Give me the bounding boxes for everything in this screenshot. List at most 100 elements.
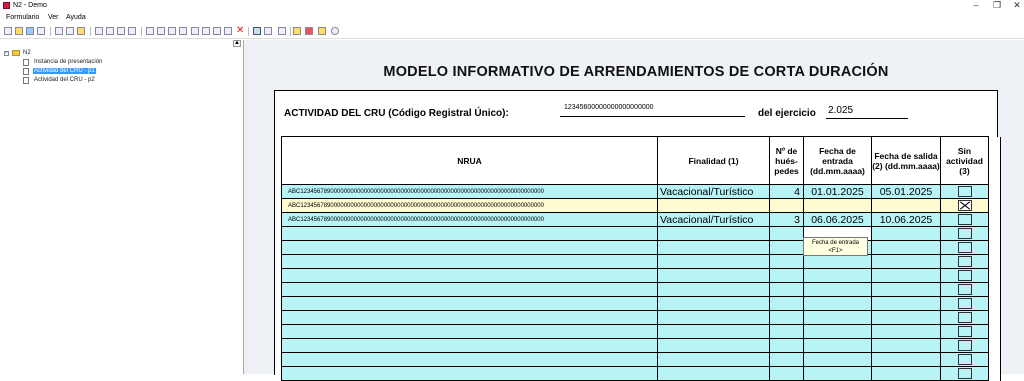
sin-actividad-cell[interactable] — [940, 338, 989, 353]
fecha-entrada-cell[interactable] — [803, 352, 872, 367]
fecha-entrada-cell[interactable] — [803, 338, 872, 353]
fecha-salida-cell[interactable]: 10.06.2025 — [871, 212, 941, 227]
sin-actividad-checkbox[interactable] — [957, 200, 972, 211]
nrua-cell[interactable] — [281, 324, 658, 339]
finalidad-cell[interactable] — [657, 310, 770, 325]
fecha-salida-cell[interactable] — [871, 352, 941, 367]
huespedes-cell[interactable] — [769, 324, 804, 339]
fecha-salida-cell[interactable] — [871, 240, 941, 255]
finalidad-cell[interactable] — [657, 352, 770, 367]
print-icon[interactable] — [37, 27, 45, 35]
sin-actividad-checkbox[interactable] — [957, 298, 972, 309]
open-icon[interactable] — [15, 27, 23, 35]
help-icon[interactable] — [224, 27, 232, 35]
print-preview-icon[interactable] — [95, 27, 103, 35]
nrua-cell[interactable] — [281, 352, 658, 367]
sin-actividad-cell[interactable] — [940, 212, 989, 227]
fecha-salida-cell[interactable] — [871, 198, 941, 213]
nrua-cell[interactable] — [281, 282, 658, 297]
sin-actividad-cell[interactable] — [940, 254, 989, 269]
sin-actividad-cell[interactable] — [940, 240, 989, 255]
fecha-salida-cell[interactable] — [871, 254, 941, 269]
fecha-entrada-cell[interactable] — [803, 282, 872, 297]
sin-actividad-checkbox[interactable] — [957, 312, 972, 323]
save-icon[interactable] — [26, 27, 34, 35]
finalidad-cell[interactable] — [657, 254, 770, 269]
validate-icon[interactable] — [202, 27, 210, 35]
prev-icon[interactable] — [157, 27, 165, 35]
nrua-cell[interactable] — [281, 240, 658, 255]
nrua-cell[interactable] — [281, 296, 658, 311]
fecha-salida-cell[interactable] — [871, 296, 941, 311]
finalidad-cell[interactable] — [657, 338, 770, 353]
fecha-salida-cell[interactable] — [871, 324, 941, 339]
fecha-salida-cell[interactable] — [871, 268, 941, 283]
nrua-cell[interactable]: ABC1234567890000000000000000000000000000… — [281, 212, 658, 227]
sin-actividad-cell[interactable] — [940, 296, 989, 311]
nrua-cell[interactable] — [281, 226, 658, 241]
fecha-salida-cell[interactable] — [871, 226, 941, 241]
tree-item-instancia[interactable]: Instancia de presentación — [34, 59, 102, 65]
record-icon[interactable] — [305, 27, 313, 35]
tree-view-icon[interactable] — [253, 27, 261, 35]
save-as-icon[interactable] — [117, 27, 125, 35]
fecha-entrada-cell[interactable] — [803, 296, 872, 311]
new-icon[interactable] — [4, 27, 12, 35]
huespedes-cell[interactable] — [769, 268, 804, 283]
huespedes-cell[interactable] — [769, 296, 804, 311]
delete-icon[interactable]: ✕ — [236, 26, 244, 36]
compare-icon[interactable] — [191, 27, 199, 35]
ejercicio-field[interactable]: 2.025 — [826, 105, 908, 119]
fecha-entrada-cell[interactable]: 06.06.2025 — [803, 212, 872, 227]
maximize-button[interactable]: ❐ — [990, 0, 1004, 11]
finalidad-cell[interactable] — [657, 324, 770, 339]
finalidad-cell[interactable] — [657, 240, 770, 255]
sin-actividad-checkbox[interactable] — [957, 186, 972, 197]
note-icon[interactable] — [318, 27, 326, 35]
nrua-cell[interactable] — [281, 254, 658, 269]
sin-actividad-cell[interactable] — [940, 352, 989, 367]
tree-item-actividad-p2[interactable]: Actividad del CRU - p2 — [34, 77, 95, 83]
fecha-salida-cell[interactable]: 05.01.2025 — [871, 184, 941, 199]
sin-actividad-checkbox[interactable] — [957, 242, 972, 253]
fecha-salida-cell[interactable] — [871, 282, 941, 297]
sin-actividad-checkbox[interactable] — [957, 340, 972, 351]
huespedes-cell[interactable] — [769, 198, 804, 213]
fecha-entrada-cell[interactable]: 01.01.2025 — [803, 184, 872, 199]
sin-actividad-cell[interactable] — [940, 226, 989, 241]
sin-actividad-checkbox[interactable] — [957, 284, 972, 295]
collapse-pane-button[interactable]: ▲ — [233, 40, 241, 47]
huespedes-cell[interactable] — [769, 226, 804, 241]
huespedes-cell[interactable] — [769, 282, 804, 297]
finalidad-cell[interactable] — [657, 198, 770, 213]
next-icon[interactable] — [168, 27, 176, 35]
finalidad-cell[interactable] — [657, 282, 770, 297]
close-button[interactable]: ✕ — [1010, 0, 1024, 11]
fecha-entrada-cell[interactable] — [803, 254, 872, 269]
sin-actividad-cell[interactable] — [940, 198, 989, 213]
info-icon[interactable] — [331, 27, 339, 35]
finalidad-cell[interactable]: Vacacional/Turístico — [657, 212, 770, 227]
fecha-salida-cell[interactable] — [871, 310, 941, 325]
finalidad-cell[interactable] — [657, 296, 770, 311]
pdf-icon[interactable] — [128, 27, 136, 35]
print-all-icon[interactable] — [106, 27, 114, 35]
fecha-salida-cell[interactable] — [871, 338, 941, 353]
menu-ver[interactable]: Ver — [48, 14, 59, 21]
nrua-cell[interactable] — [281, 338, 658, 353]
fecha-entrada-cell[interactable] — [803, 268, 872, 283]
first-icon[interactable] — [146, 27, 154, 35]
huespedes-cell[interactable]: 3 — [769, 212, 804, 227]
sin-actividad-cell[interactable] — [940, 282, 989, 297]
attach-icon[interactable] — [213, 27, 221, 35]
cru-field[interactable]: 12345600000000000000000 — [560, 104, 745, 117]
sin-actividad-cell[interactable] — [940, 310, 989, 325]
nrua-cell[interactable]: ABC1234567890000000000000000000000000000… — [281, 198, 658, 213]
last-icon[interactable] — [179, 27, 187, 35]
copy-icon[interactable] — [66, 27, 74, 35]
paste-icon[interactable] — [77, 27, 85, 35]
tree-collapse-icon[interactable]: − — [4, 51, 9, 56]
huespedes-cell[interactable] — [769, 254, 804, 269]
minimize-button[interactable]: – — [969, 0, 983, 10]
fecha-entrada-cell[interactable] — [803, 324, 872, 339]
